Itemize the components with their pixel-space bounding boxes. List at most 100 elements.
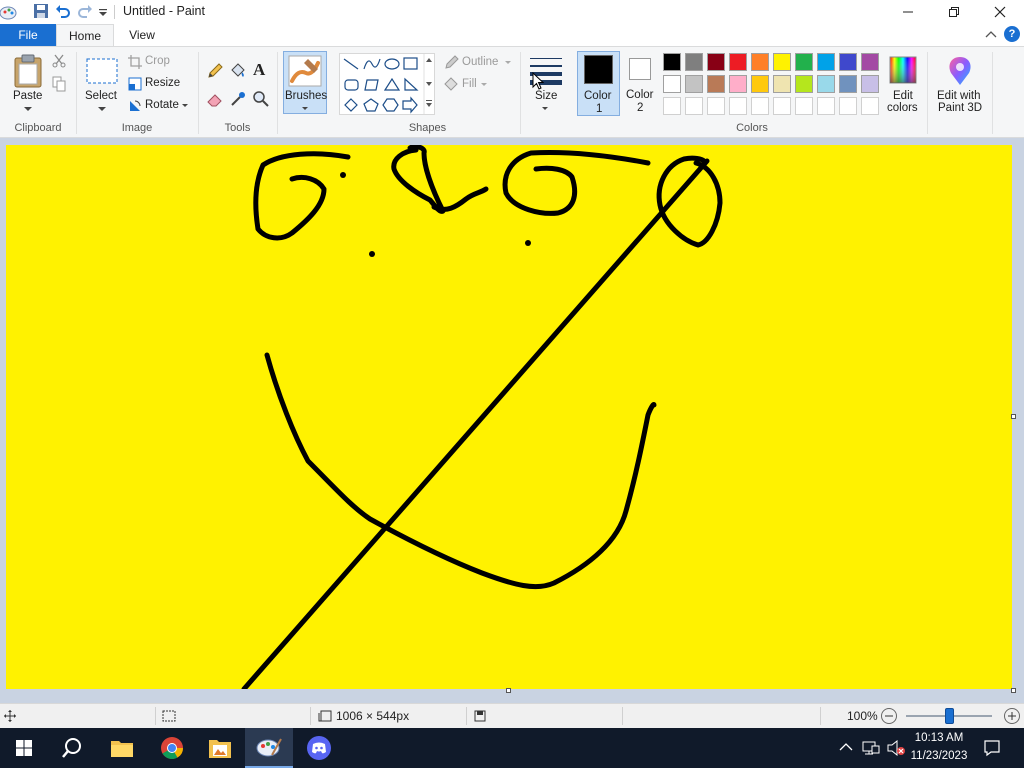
- palette-swatch[interactable]: [861, 53, 879, 71]
- palette-swatch[interactable]: [817, 53, 835, 71]
- palette-swatch[interactable]: [729, 75, 747, 93]
- taskbar-paint[interactable]: [245, 728, 293, 768]
- custom-color-slot[interactable]: [729, 97, 747, 115]
- resize-icon[interactable]: [128, 77, 142, 91]
- palette-swatch[interactable]: [685, 75, 703, 93]
- customize-quick-access-icon[interactable]: [98, 8, 108, 18]
- color2-button[interactable]: Color 2: [621, 51, 659, 116]
- brushes-button[interactable]: Brushes: [283, 51, 327, 114]
- palette-swatch[interactable]: [685, 53, 703, 71]
- edit-with-paint3d-button[interactable]: Edit with Paint 3D: [934, 53, 988, 115]
- tab-home[interactable]: Home: [56, 24, 114, 46]
- pencil-icon[interactable]: [206, 62, 224, 80]
- palette-swatch[interactable]: [707, 75, 725, 93]
- taskbar-date[interactable]: 11/23/2023: [906, 750, 972, 762]
- eraser-icon[interactable]: [206, 90, 224, 108]
- edit-colors-button[interactable]: Edit colors: [884, 53, 922, 115]
- palette-swatch[interactable]: [663, 75, 681, 93]
- color1-label: Color: [584, 90, 612, 102]
- shapes-gallery[interactable]: [339, 53, 435, 115]
- text-tool-icon[interactable]: A: [253, 60, 265, 80]
- outline-icon[interactable]: [443, 55, 459, 71]
- save-icon[interactable]: [33, 3, 49, 19]
- select-button[interactable]: Select: [82, 52, 122, 118]
- rotate-label[interactable]: Rotate: [145, 99, 179, 111]
- paste-button[interactable]: Paste: [8, 52, 48, 118]
- palette-swatch[interactable]: [861, 75, 879, 93]
- zoom-out-button[interactable]: [881, 708, 897, 724]
- zoom-in-button[interactable]: [1004, 708, 1020, 724]
- color1-button[interactable]: Color 1: [577, 51, 620, 116]
- brush-icon: [288, 55, 322, 87]
- paint-app-icon[interactable]: [0, 3, 18, 21]
- canvas-resize-handle-right[interactable]: [1011, 414, 1016, 419]
- help-icon[interactable]: ?: [1004, 26, 1020, 42]
- minimize-button[interactable]: [885, 0, 931, 24]
- zoom-slider-track[interactable]: [906, 708, 992, 724]
- crop-label[interactable]: Crop: [145, 55, 170, 67]
- maximize-button[interactable]: [931, 0, 977, 24]
- palette-swatch[interactable]: [729, 53, 747, 71]
- custom-color-slot[interactable]: [795, 97, 813, 115]
- custom-color-slot[interactable]: [773, 97, 791, 115]
- image-group-label: Image: [121, 122, 153, 134]
- palette-swatch[interactable]: [839, 75, 857, 93]
- palette-swatch[interactable]: [707, 53, 725, 71]
- palette-swatch[interactable]: [795, 53, 813, 71]
- resize-label[interactable]: Resize: [145, 77, 180, 89]
- taskbar-time[interactable]: 10:13 AM: [908, 732, 970, 744]
- custom-color-slot[interactable]: [839, 97, 857, 115]
- palette-swatch[interactable]: [663, 53, 681, 71]
- network-icon[interactable]: [862, 740, 880, 756]
- palette-swatch[interactable]: [839, 53, 857, 71]
- taskbar-discord[interactable]: [295, 728, 343, 768]
- notifications-icon[interactable]: [983, 739, 1001, 757]
- palette-swatch[interactable]: [751, 53, 769, 71]
- close-button[interactable]: [977, 0, 1023, 24]
- custom-color-slot[interactable]: [861, 97, 879, 115]
- tab-view[interactable]: View: [116, 24, 168, 46]
- taskbar-file-explorer[interactable]: [98, 728, 146, 768]
- fill-bucket-icon[interactable]: [229, 62, 247, 80]
- color1-number: 1: [596, 103, 603, 115]
- paint3d-icon: [949, 57, 971, 85]
- magnifier-icon[interactable]: [252, 90, 270, 108]
- custom-color-slot[interactable]: [817, 97, 835, 115]
- redo-icon[interactable]: [77, 3, 93, 19]
- fill-icon[interactable]: [443, 77, 459, 93]
- minimize-ribbon-icon[interactable]: [985, 29, 997, 39]
- tab-file[interactable]: File: [0, 24, 56, 46]
- show-hidden-icons-icon[interactable]: [839, 742, 853, 752]
- canvas-resize-handle-corner[interactable]: [1011, 688, 1016, 693]
- taskbar-photos[interactable]: [196, 728, 244, 768]
- fill-dropdown-icon[interactable]: [481, 83, 487, 87]
- drawing-canvas[interactable]: [6, 144, 1012, 692]
- outline-label[interactable]: Outline: [462, 56, 498, 68]
- zoom-slider-thumb[interactable]: [944, 708, 954, 724]
- start-button[interactable]: [0, 728, 48, 768]
- color-picker-icon[interactable]: [229, 90, 247, 108]
- custom-color-slot[interactable]: [663, 97, 681, 115]
- taskbar-chrome[interactable]: [148, 728, 196, 768]
- palette-swatch[interactable]: [773, 53, 791, 71]
- status-separator: [820, 707, 821, 725]
- palette-swatch[interactable]: [773, 75, 791, 93]
- custom-color-slot[interactable]: [751, 97, 769, 115]
- canvas-resize-handle-bottom[interactable]: [506, 688, 511, 693]
- fill-label[interactable]: Fill: [462, 78, 477, 90]
- edit-colors-label-1: Edit: [893, 90, 913, 102]
- volume-muted-icon[interactable]: [886, 740, 906, 756]
- palette-swatch[interactable]: [795, 75, 813, 93]
- custom-color-slot[interactable]: [707, 97, 725, 115]
- rotate-dropdown-icon[interactable]: [182, 104, 188, 108]
- palette-swatch[interactable]: [817, 75, 835, 93]
- outline-dropdown-icon[interactable]: [505, 61, 511, 65]
- copy-icon[interactable]: [52, 76, 66, 92]
- palette-swatch[interactable]: [751, 75, 769, 93]
- cut-icon[interactable]: [52, 54, 66, 68]
- undo-icon[interactable]: [55, 3, 71, 19]
- search-button[interactable]: [48, 728, 96, 768]
- custom-color-slot[interactable]: [685, 97, 703, 115]
- rotate-icon[interactable]: [128, 99, 142, 113]
- crop-icon[interactable]: [128, 55, 142, 69]
